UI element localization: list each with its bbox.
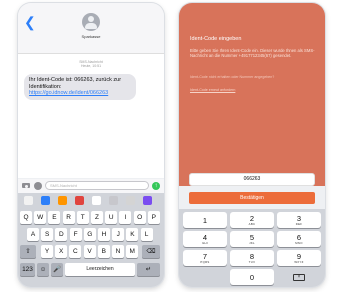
ident-code-panel: Ident-Code eingeben Bitte geben Sie Ihre…: [179, 3, 325, 186]
key-q[interactable]: Q: [20, 211, 32, 224]
compose-bar: SMS-Nachricht ↑: [18, 179, 164, 193]
sms-message-text: Ihr Ident-Code ist: 066263, zurück zur I…: [29, 77, 122, 90]
key-a[interactable]: A: [27, 228, 39, 241]
key-u[interactable]: U: [105, 211, 118, 224]
numpad-digit: 0: [249, 273, 255, 282]
key-i[interactable]: I: [119, 211, 132, 224]
key-j[interactable]: J: [112, 228, 125, 241]
key-v[interactable]: V: [83, 245, 96, 258]
key-r[interactable]: R: [62, 211, 75, 224]
numpad-letters: PQRS: [200, 260, 210, 264]
numpad-letters: MNO: [295, 241, 303, 245]
key-z[interactable]: Z: [91, 211, 103, 224]
return-key[interactable]: ↵: [137, 263, 160, 276]
numpad-letters: TUV: [248, 260, 256, 264]
key-p[interactable]: P: [147, 211, 160, 224]
imessage-app-icon[interactable]: [24, 196, 33, 205]
numpad-digit: 1: [202, 216, 208, 225]
emoji-key[interactable]: ☺: [37, 263, 49, 276]
numbers-key[interactable]: 123: [20, 263, 35, 276]
message-timestamp: SMS-Nachricht Heute, 10:51: [18, 60, 164, 68]
imessage-app-strip: [18, 193, 164, 207]
numpad-letters: JKL: [249, 241, 255, 245]
numpad-key-8[interactable]: 8 TUV: [230, 250, 274, 266]
confirm-button[interactable]: Bestätigen: [189, 192, 315, 204]
key-c[interactable]: C: [69, 245, 82, 258]
sms-message-link[interactable]: https://go.idnow.de/ident/066263: [29, 90, 108, 96]
key-w[interactable]: W: [34, 211, 47, 224]
numpad-letters: DEF: [295, 222, 303, 226]
sms-message-bubble[interactable]: Ihr Ident-Code ist: 066263, zurück zur I…: [24, 74, 136, 100]
numeric-keypad: 1 2 ABC 3 DEF 4 GHI 5 JKL 6 MNO 7 PQRS 8 TUV 9 WXYZ 0 ×: [179, 209, 325, 287]
numpad-delete-key[interactable]: ×: [277, 269, 321, 285]
qwertz-keyboard: Q W E R T Z U I O P A S D F G H J K L ⇧ Y X C V B N M ⌫ 123 ☺ 🎤 Leerzei…: [18, 207, 164, 287]
key-e[interactable]: E: [48, 211, 61, 224]
conversation-header: ❮ Sparkasse: [18, 3, 164, 54]
key-g[interactable]: G: [83, 228, 96, 241]
imessage-app-icon[interactable]: [109, 196, 118, 205]
space-bar[interactable]: Leerzeichen: [65, 263, 135, 276]
key-t[interactable]: T: [76, 211, 89, 224]
numpad-key-0[interactable]: 0: [230, 269, 274, 285]
numpad-key-6[interactable]: 6 MNO: [277, 231, 321, 247]
imessage-app-icon[interactable]: [143, 196, 152, 205]
key-n[interactable]: N: [112, 245, 124, 258]
key-x[interactable]: X: [55, 245, 68, 258]
resend-code-link[interactable]: Ident-Code erneut anfordern: [190, 88, 235, 92]
key-o[interactable]: O: [133, 211, 146, 224]
key-l[interactable]: L: [140, 228, 153, 241]
send-arrow-icon[interactable]: ↑: [152, 182, 160, 190]
delete-icon: ×: [293, 274, 305, 281]
backspace-key[interactable]: ⌫: [142, 245, 160, 258]
key-s[interactable]: S: [41, 228, 54, 241]
numpad-key-2[interactable]: 2 ABC: [230, 212, 274, 228]
conversation-body: SMS-Nachricht Heute, 10:51 Ihr Ident-Cod…: [18, 54, 164, 178]
camera-icon[interactable]: [22, 183, 30, 188]
imessage-app-icon[interactable]: [75, 196, 84, 205]
instruction-text: Bitte geben Sie Ihren Ident-Code ein. Di…: [190, 48, 315, 59]
numpad-letters: GHI: [202, 241, 208, 245]
ident-app-phone-screen: Ident-Code eingeben Bitte geben Sie Ihre…: [179, 3, 325, 287]
numpad-key-7[interactable]: 7 PQRS: [183, 250, 227, 266]
key-b[interactable]: B: [97, 245, 110, 258]
numpad-empty-slot: [183, 269, 227, 285]
numpad-key-9[interactable]: 9 WXYZ: [277, 250, 321, 266]
ident-code-input[interactable]: 066263: [189, 173, 315, 186]
hint-text: Ident-Code nicht erhalten oder Nummer an…: [190, 75, 275, 79]
key-y[interactable]: Y: [41, 245, 53, 258]
microphone-key[interactable]: 🎤: [51, 263, 63, 276]
sender-name[interactable]: Sparkasse: [18, 34, 164, 39]
key-d[interactable]: D: [55, 228, 68, 241]
numpad-letters: ABC: [248, 222, 256, 226]
numpad-key-1[interactable]: 1: [183, 212, 227, 228]
numpad-key-5[interactable]: 5 JKL: [230, 231, 274, 247]
imessage-app-icon[interactable]: [58, 196, 67, 205]
key-m[interactable]: M: [126, 245, 139, 258]
app-store-icon[interactable]: [34, 182, 42, 190]
message-input[interactable]: SMS-Nachricht: [45, 181, 149, 190]
contact-avatar-icon[interactable]: [82, 13, 100, 31]
key-h[interactable]: H: [98, 228, 110, 241]
numpad-key-3[interactable]: 3 DEF: [277, 212, 321, 228]
timestamp-time: Heute, 10:51: [80, 64, 102, 68]
numpad-letters: WXYZ: [294, 260, 304, 264]
numpad-key-4[interactable]: 4 GHI: [183, 231, 227, 247]
shift-key[interactable]: ⇧: [20, 245, 36, 258]
imessage-app-icon[interactable]: [92, 196, 101, 205]
key-k[interactable]: K: [126, 228, 139, 241]
page-title: Ident-Code eingeben: [190, 36, 242, 42]
messages-phone-screen: ❮ Sparkasse SMS-Nachricht Heute, 10:51 I…: [18, 3, 164, 287]
imessage-app-icon[interactable]: [126, 196, 135, 205]
key-f[interactable]: F: [69, 228, 82, 241]
imessage-app-icon[interactable]: [41, 196, 50, 205]
back-chevron-icon[interactable]: ❮: [24, 15, 36, 29]
